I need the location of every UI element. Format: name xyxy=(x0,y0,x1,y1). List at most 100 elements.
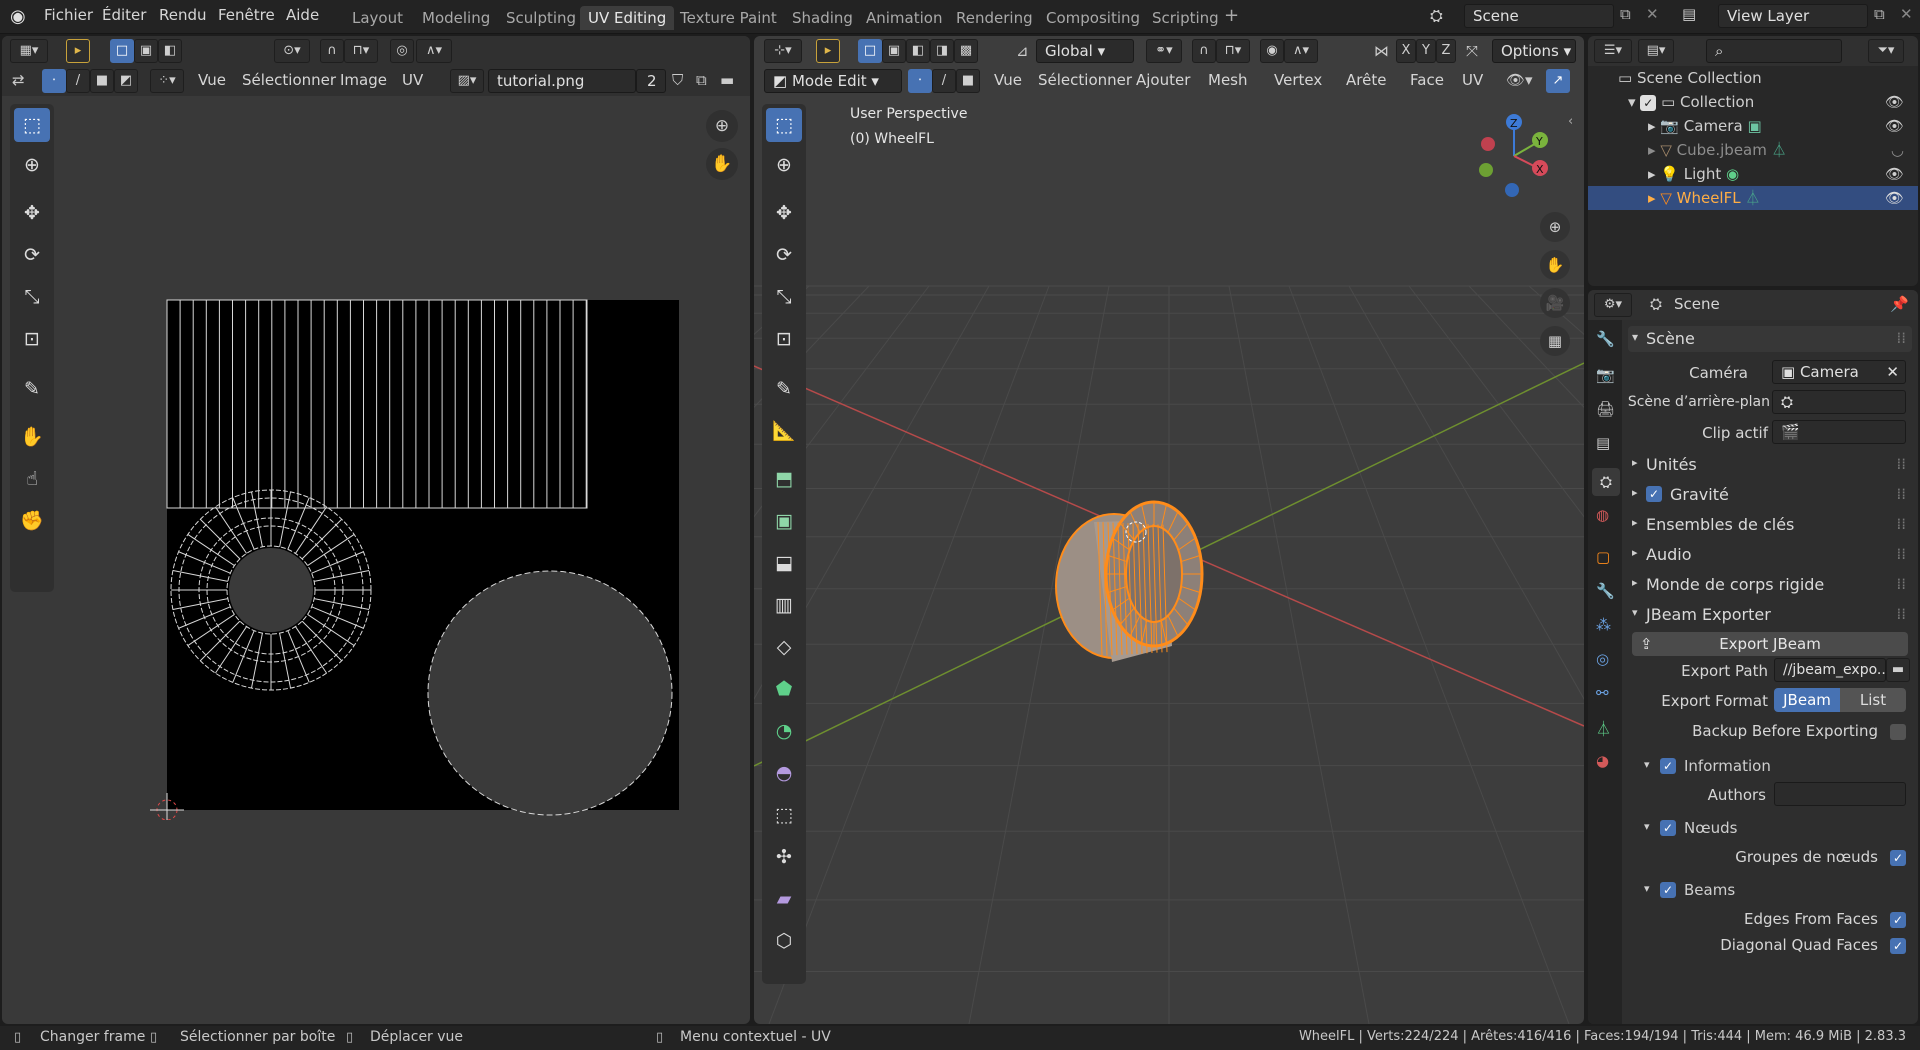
active-clip-field[interactable]: 🎬 xyxy=(1772,420,1906,444)
outliner-scene-collection[interactable]: ▭ Scene Collection xyxy=(1588,66,1918,90)
options-dropdown[interactable]: Options ▾ xyxy=(1492,39,1576,63)
uv-canvas[interactable] xyxy=(132,260,682,820)
node-groups-checkbox[interactable]: ✓ xyxy=(1890,850,1906,866)
navigation-gizmo[interactable]: Z Y X xyxy=(1464,106,1564,206)
uv-menu-select[interactable]: Sélectionner xyxy=(242,71,336,89)
editor-type-icon[interactable]: ▦▾ xyxy=(10,39,48,63)
extrude-icon[interactable]: ⬒ xyxy=(766,462,802,496)
format-list-option[interactable]: List xyxy=(1840,688,1906,712)
uv-menu-uv[interactable]: UV xyxy=(402,71,423,89)
menu-window[interactable]: Fenêtre xyxy=(218,6,275,24)
vp-menu-add[interactable]: Ajouter xyxy=(1136,71,1190,89)
vp-rotate-icon[interactable]: ⟳ xyxy=(766,238,802,272)
ortho-toggle-icon[interactable]: ▦ xyxy=(1540,326,1570,356)
outliner-type-icon[interactable]: ☰▾ xyxy=(1594,39,1632,63)
beams-subpanel[interactable]: ▾ ✓ Beams xyxy=(1642,876,1908,904)
grab-icon[interactable]: ✋ xyxy=(14,420,50,454)
filter-icon[interactable]: ⏷▾ xyxy=(1868,39,1904,63)
tab-rendering[interactable]: Rendering xyxy=(948,6,1041,30)
backup-checkbox[interactable] xyxy=(1890,724,1906,740)
cursor-icon[interactable]: ⊕ xyxy=(14,148,50,182)
format-jbeam-option[interactable]: JBeam xyxy=(1774,688,1840,712)
background-scene-field[interactable]: ⛭ xyxy=(1772,390,1906,414)
eye-icon[interactable]: 👁 xyxy=(1885,90,1904,114)
image-name-field[interactable]: tutorial.png xyxy=(488,69,636,93)
smooth-icon[interactable]: ◓ xyxy=(766,756,802,790)
view-layer-icon[interactable]: ▤ xyxy=(1682,5,1696,23)
falloff-icon[interactable]: ∧▾ xyxy=(416,39,452,63)
scene-tab-icon[interactable]: ⛭ xyxy=(1592,468,1620,496)
viewport-editor-type-icon[interactable]: ⊹▾ xyxy=(764,39,802,63)
gizmo-toggle-icon[interactable]: ↗ xyxy=(1546,69,1570,93)
nodes-checkbox[interactable]: ✓ xyxy=(1660,820,1676,836)
zoom-icon[interactable]: ⊕ xyxy=(706,110,738,142)
viewport-proportional-icon[interactable]: ◉ xyxy=(1260,39,1284,63)
vp-zoom-icon[interactable]: ⊕ xyxy=(1540,212,1570,242)
viewport-select-intersect-icon[interactable]: ▩ xyxy=(954,39,978,63)
vp-scale-icon[interactable]: ⤡ xyxy=(766,280,802,314)
render-tab-icon[interactable]: 📷 xyxy=(1596,366,1615,384)
menu-render[interactable]: Rendu xyxy=(159,6,207,24)
eye-closed-icon[interactable]: ◡ xyxy=(1891,138,1904,162)
export-jbeam-button[interactable]: ⇪ Export JBeam xyxy=(1632,632,1908,656)
collection-checkbox[interactable]: ✓ xyxy=(1640,95,1657,111)
tab-texture-paint[interactable]: Texture Paint xyxy=(672,6,785,30)
axis-y-toggle[interactable]: Y xyxy=(1416,39,1436,63)
vp-select-box-icon[interactable]: ⬚ xyxy=(766,108,802,142)
face-select-mode-icon[interactable]: ■ xyxy=(956,69,980,93)
scene-selector[interactable]: Scene xyxy=(1464,4,1614,28)
vp-menu-face[interactable]: Face xyxy=(1410,71,1444,89)
menu-file[interactable]: Fichier xyxy=(44,6,93,24)
gravity-checkbox[interactable]: ✓ xyxy=(1646,486,1662,502)
viewport-select-tool-icon[interactable]: ▸ xyxy=(816,39,840,63)
vp-transform-icon[interactable]: ⊡ xyxy=(766,322,802,356)
tab-layout[interactable]: Layout xyxy=(344,6,411,30)
shrink-fatten-icon[interactable]: ✣ xyxy=(766,840,802,874)
open-image-icon[interactable]: ▬ xyxy=(720,71,734,89)
axis-z-toggle[interactable]: Z xyxy=(1436,39,1456,63)
edge-select-mode-icon[interactable]: / xyxy=(932,69,956,93)
snap-target-icon[interactable]: ⊓▾ xyxy=(344,39,378,63)
mirror-icon[interactable]: ⋈ xyxy=(1374,42,1389,60)
auto-merge-icon[interactable]: ⤧ xyxy=(1466,42,1478,60)
new-image-icon[interactable]: ⧉ xyxy=(696,71,707,89)
authors-field[interactable] xyxy=(1774,782,1906,806)
bevel-icon[interactable]: ⬓ xyxy=(766,546,802,580)
physics-tab-icon[interactable]: ◎ xyxy=(1596,650,1609,668)
rip-icon[interactable]: ⬡ xyxy=(766,924,802,958)
camera-view-icon[interactable]: 🎥 xyxy=(1540,288,1570,318)
outliner-item-camera[interactable]: ▸ 📷 Camera ▣ 👁 xyxy=(1588,114,1918,138)
output-tab-icon[interactable]: 🖨 xyxy=(1596,400,1615,418)
pan-hand-icon[interactable]: ✋ xyxy=(706,148,738,180)
vp-cursor-icon[interactable]: ⊕ xyxy=(766,148,802,182)
viewport-snap-icon[interactable]: ∩ xyxy=(1192,39,1216,63)
tab-animation[interactable]: Animation xyxy=(858,6,950,30)
export-path-field[interactable]: //jbeam_expo... xyxy=(1774,658,1890,682)
vp-menu-select[interactable]: Sélectionner xyxy=(1038,71,1132,89)
camera-field[interactable]: ▣ Camera ✕ xyxy=(1772,360,1906,384)
scene-icon[interactable]: ⛭ xyxy=(1430,6,1443,26)
axis-x-toggle[interactable]: X xyxy=(1396,39,1416,63)
modifier-tab-icon[interactable]: 🔧 xyxy=(1596,582,1615,600)
rigid-body-panel-header[interactable]: ▸ Monde de corps rigide ⁞⁞ xyxy=(1628,570,1912,598)
units-panel-header[interactable]: ▸ Unités ⁞⁞ xyxy=(1628,450,1912,478)
viewport-falloff-icon[interactable]: ∧▾ xyxy=(1284,39,1318,63)
display-mode-icon[interactable]: ▤▾ xyxy=(1638,39,1674,63)
rotate-icon[interactable]: ⟳ xyxy=(14,238,50,272)
annotate-icon[interactable]: ✎ xyxy=(14,372,50,406)
face-mode-icon[interactable]: ■ xyxy=(90,69,114,93)
tool-tab-icon[interactable]: 🔧 xyxy=(1596,330,1615,348)
fake-user-icon[interactable]: ⛉ xyxy=(672,71,683,89)
close-icon[interactable]: ✕ xyxy=(1646,5,1659,23)
constraints-tab-icon[interactable]: ⚯ xyxy=(1596,684,1609,702)
tab-uv-editing[interactable]: UV Editing xyxy=(580,6,675,30)
eye-icon[interactable]: 👁 xyxy=(1885,114,1904,138)
gravity-panel-header[interactable]: ▸ ✓ Gravité ⁞⁞ xyxy=(1628,480,1912,508)
image-browse-icon[interactable]: ▨▾ xyxy=(450,69,484,93)
tab-shading[interactable]: Shading xyxy=(784,6,861,30)
sticky-select-icon[interactable]: ⁘▾ xyxy=(150,69,184,93)
outliner-item-cube-jbeam[interactable]: ▸ ▽ Cube.jbeam ⏃ ◡ xyxy=(1588,138,1918,162)
vp-annotate-icon[interactable]: ✎ xyxy=(766,372,802,406)
loop-cut-icon[interactable]: ▥ xyxy=(766,588,802,622)
vp-menu-view[interactable]: Vue xyxy=(994,71,1022,89)
